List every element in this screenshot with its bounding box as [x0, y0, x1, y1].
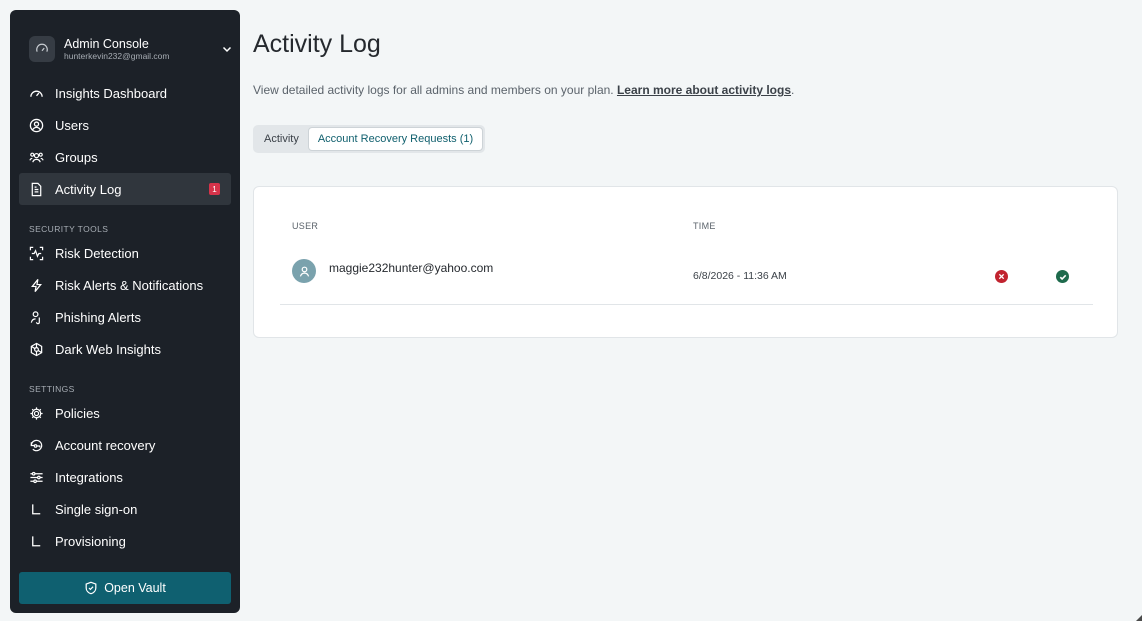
nav-label: Activity Log — [55, 181, 122, 197]
nav-label: Provisioning — [55, 533, 126, 549]
account-switcher[interactable]: Admin Console hunterkevin232@gmail.com — [29, 30, 235, 68]
nav-label: Phishing Alerts — [55, 309, 141, 325]
fishing-hook-icon — [28, 309, 44, 325]
nav-label: Account recovery — [55, 437, 156, 453]
nav-account-recovery[interactable]: Account recovery — [19, 429, 231, 461]
description-text: View detailed activity logs for all admi… — [253, 83, 617, 97]
nav-label: Single sign-on — [55, 501, 138, 517]
user-email: maggie232hunter@yahoo.com — [329, 261, 494, 275]
page-description: View detailed activity logs for all admi… — [253, 83, 794, 97]
history-key-icon — [28, 437, 44, 453]
open-vault-button[interactable]: Open Vault — [19, 572, 231, 604]
nav-label: Dark Web Insights — [55, 341, 161, 357]
nav-risk-detection[interactable]: Risk Detection — [19, 237, 231, 269]
check-icon — [1059, 274, 1066, 280]
document-icon — [28, 181, 44, 197]
tab-account-recovery-requests[interactable]: Account Recovery Requests (1) — [307, 127, 484, 151]
tab-bar: Activity Account Recovery Requests (1) — [253, 125, 486, 153]
subitem-corner-icon — [28, 501, 44, 517]
nav-phishing-alerts[interactable]: Phishing Alerts — [19, 301, 231, 333]
nav-activity-log[interactable]: Activity Log 1 — [19, 173, 231, 205]
nav-groups[interactable]: Groups — [19, 141, 231, 173]
tab-activity[interactable]: Activity — [255, 127, 308, 151]
shield-icon — [85, 581, 97, 595]
nav-policies[interactable]: Policies — [19, 397, 231, 429]
requests-table-card: USER TIME maggie232hunter@yahoo.com 6/8/… — [253, 186, 1118, 338]
nav-provisioning[interactable]: Provisioning — [19, 525, 231, 557]
page-title: Activity Log — [253, 30, 381, 58]
nav-label: Insights Dashboard — [55, 85, 168, 101]
chevron-down-icon[interactable] — [219, 41, 235, 57]
notification-badge: 1 — [209, 183, 220, 195]
table-row: maggie232hunter@yahoo.com 6/8/2026 - 11:… — [280, 251, 1093, 305]
nav-label: Risk Detection — [55, 245, 139, 261]
learn-more-link[interactable]: Learn more about activity logs — [617, 83, 791, 97]
section-label-security-tools: SECURITY TOOLS — [29, 224, 109, 234]
gear-icon — [28, 405, 44, 421]
users-icon — [28, 149, 44, 165]
nav-single-sign-on[interactable]: Single sign-on — [19, 493, 231, 525]
lightning-icon — [28, 277, 44, 293]
close-icon — [998, 273, 1005, 280]
nav-label: Integrations — [55, 469, 123, 485]
column-header-time: TIME — [693, 221, 716, 231]
globe-network-icon — [28, 341, 44, 357]
avatar — [292, 259, 316, 283]
nav-risk-alerts[interactable]: Risk Alerts & Notifications — [19, 269, 231, 301]
nav-dark-web-insights[interactable]: Dark Web Insights — [19, 333, 231, 365]
open-vault-label: Open Vault — [104, 581, 166, 595]
window-corner — [1136, 615, 1142, 621]
nav-label: Groups — [55, 149, 98, 165]
nav-insights-dashboard[interactable]: Insights Dashboard — [19, 77, 231, 109]
deny-button[interactable] — [995, 270, 1008, 283]
column-header-user: USER — [292, 221, 319, 231]
nav-label: Users — [55, 117, 89, 133]
request-time: 6/8/2026 - 11:36 AM — [693, 270, 787, 282]
speedometer-icon — [29, 36, 55, 62]
speedometer-icon — [28, 85, 44, 101]
nav-users[interactable]: Users — [19, 109, 231, 141]
section-label-settings: SETTINGS — [29, 384, 75, 394]
account-title: Admin Console — [64, 36, 149, 51]
nav-label: Risk Alerts & Notifications — [55, 277, 204, 293]
user-icon — [299, 266, 309, 277]
account-email: hunterkevin232@gmail.com — [64, 50, 170, 61]
nav-integrations[interactable]: Integrations — [19, 461, 231, 493]
sidebar: Admin Console hunterkevin232@gmail.com I… — [10, 10, 240, 613]
subitem-corner-icon — [28, 533, 44, 549]
nav-label: Policies — [55, 405, 100, 421]
scan-pulse-icon — [28, 245, 44, 261]
sliders-icon — [28, 469, 44, 485]
description-period: . — [791, 83, 795, 97]
approve-button[interactable] — [1056, 270, 1069, 283]
user-circle-icon — [28, 117, 44, 133]
